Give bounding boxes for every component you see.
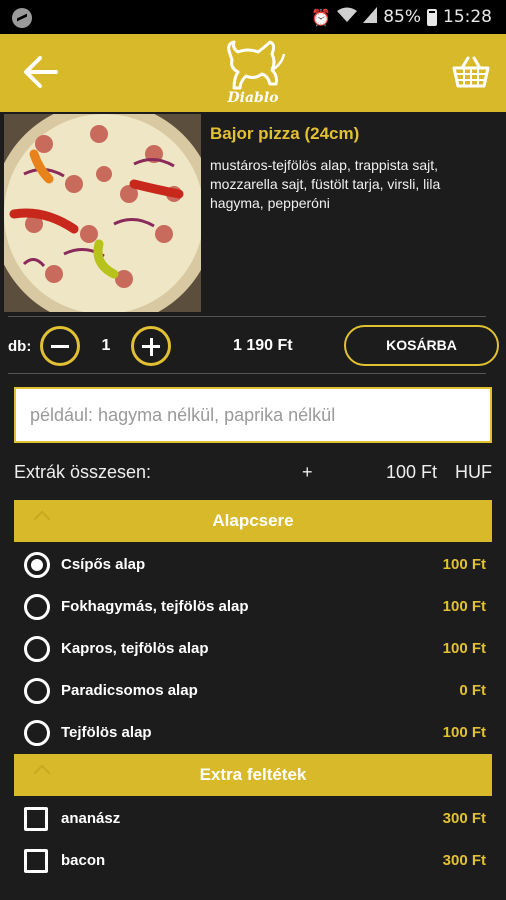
option-price: 300 Ft	[442, 852, 486, 869]
divider	[8, 373, 486, 374]
back-arrow-icon[interactable]	[22, 54, 60, 90]
logo-text: Diablo	[227, 90, 279, 106]
quantity-value: 1	[101, 337, 111, 354]
option-label: bacon	[61, 852, 106, 869]
option-label: Tejfölös alap	[61, 724, 152, 741]
order-note-input[interactable]	[14, 387, 492, 443]
status-bar-right: ⏰ 85% 15:28	[311, 6, 492, 28]
section-title: Alapcsere	[212, 511, 294, 530]
option-row[interactable]: Paradicsomos alap 0 Ft	[24, 676, 486, 706]
increase-quantity-button[interactable]	[131, 326, 171, 366]
battery-percent: 85%	[383, 7, 421, 27]
option-row[interactable]: Csípős alap 100 Ft	[24, 550, 486, 580]
option-row[interactable]: Kapros, tejfölös alap 100 Ft	[24, 634, 486, 664]
checkbox[interactable]	[24, 849, 48, 873]
option-label: Fokhagymás, tejfölös alap	[61, 598, 249, 615]
signal-icon	[363, 7, 378, 27]
wifi-icon	[337, 7, 358, 27]
quantity-label: db:	[8, 338, 32, 355]
option-label: Kapros, tejfölös alap	[61, 640, 209, 657]
radio-button[interactable]	[24, 720, 50, 746]
option-price: 0 Ft	[459, 682, 486, 699]
extras-plus: +	[302, 462, 313, 482]
product-title: Bajor pizza (24cm)	[210, 124, 360, 143]
option-label: Paradicsomos alap	[61, 682, 198, 699]
checkbox[interactable]	[24, 807, 48, 831]
radio-button[interactable]	[24, 552, 50, 578]
minus-icon	[51, 345, 69, 348]
option-price: 100 Ft	[442, 724, 486, 741]
messenger-icon	[12, 8, 32, 28]
option-row[interactable]: bacon 300 Ft	[24, 846, 486, 876]
radio-button[interactable]	[24, 594, 50, 620]
add-to-cart-button[interactable]: KOSÁRBA	[344, 325, 499, 366]
section-header-alapcsere[interactable]: Alapcsere	[14, 500, 492, 542]
option-label: ananász	[61, 810, 121, 827]
battery-icon	[427, 8, 437, 26]
option-row[interactable]: ananász 300 Ft	[24, 804, 486, 834]
product-image	[4, 114, 201, 312]
option-price: 300 Ft	[442, 810, 486, 827]
option-price: 100 Ft	[442, 640, 486, 657]
divider	[8, 316, 486, 317]
option-row[interactable]: Tejfölös alap 100 Ft	[24, 718, 486, 748]
decrease-quantity-button[interactable]	[40, 326, 80, 366]
product-description: mustáros-tejfölös alap, trappista sajt, …	[210, 157, 441, 211]
radio-button[interactable]	[24, 636, 50, 662]
basket-icon[interactable]	[452, 54, 490, 90]
product-price: 1 190 Ft	[233, 337, 293, 354]
extras-amount: 100 Ft	[386, 462, 438, 482]
bull-icon	[227, 40, 286, 90]
option-price: 100 Ft	[442, 598, 486, 615]
option-price: 100 Ft	[442, 556, 486, 573]
option-row[interactable]: Fokhagymás, tejfölös alap 100 Ft	[24, 592, 486, 622]
radio-button[interactable]	[24, 678, 50, 704]
alarm-icon: ⏰	[311, 7, 332, 27]
option-label: Csípős alap	[61, 556, 146, 573]
section-header-extra-feltetek[interactable]: Extra feltétek	[14, 754, 492, 796]
app-bar: Diablo	[0, 34, 506, 112]
section-title: Extra feltétek	[199, 765, 307, 784]
extras-currency: HUF	[455, 462, 492, 482]
diablo-logo: Diablo	[218, 40, 288, 106]
extras-total-label: Extrák összesen:	[14, 462, 152, 482]
status-bar: ⏰ 85% 15:28	[0, 0, 506, 34]
clock: 15:28	[443, 7, 492, 27]
